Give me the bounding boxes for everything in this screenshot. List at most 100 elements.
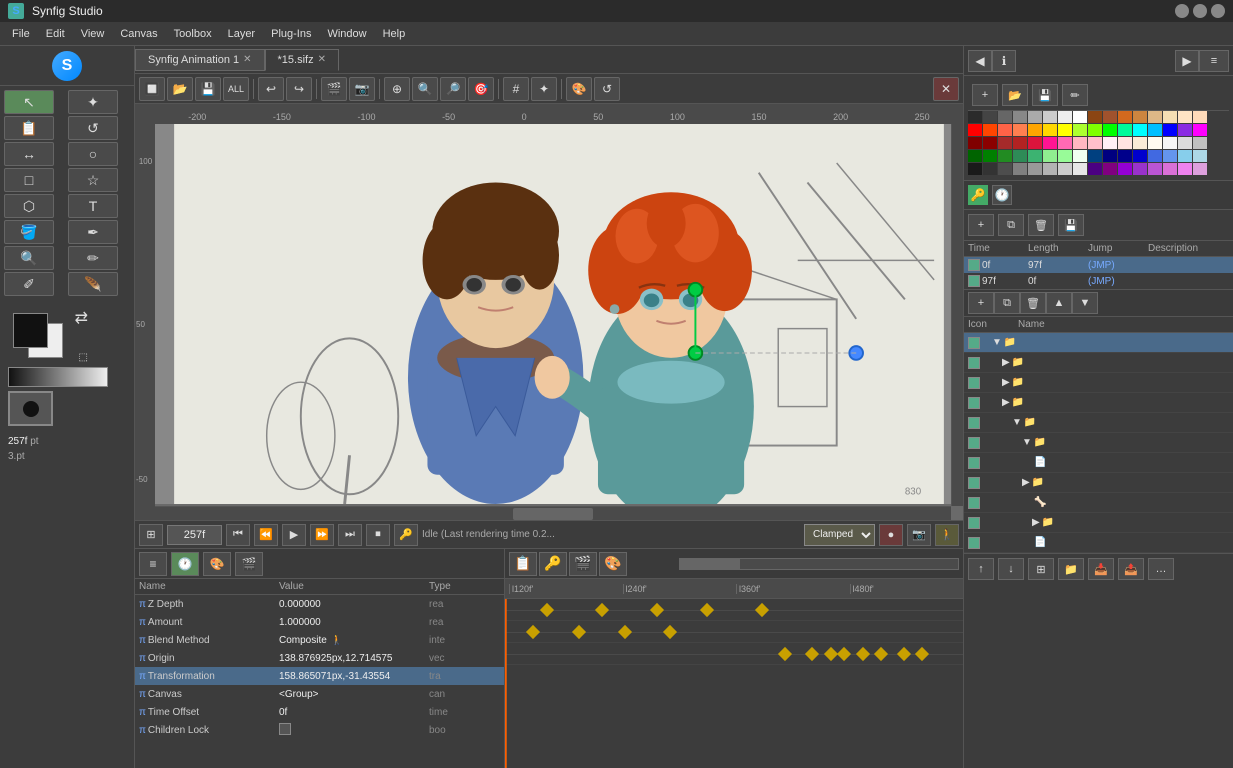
layer-check-10[interactable] <box>968 537 980 549</box>
tl-diamond-3-6[interactable] <box>874 647 888 661</box>
tl-diamond-2-3[interactable] <box>617 625 631 639</box>
palette-cell[interactable] <box>1058 163 1072 175</box>
zoom-out-btn[interactable]: 🔎 <box>440 77 466 101</box>
rotate-tool[interactable]: ↺ <box>68 116 118 140</box>
tab-animation1[interactable]: Synfig Animation 1 ✕ <box>135 49 265 71</box>
tl-tab-canvas[interactable]: 🎨 <box>599 552 627 576</box>
palette-cell[interactable] <box>1073 163 1087 175</box>
palette-cell[interactable] <box>983 111 997 123</box>
palette-cell[interactable] <box>968 124 982 136</box>
palette-cell[interactable] <box>1058 137 1072 149</box>
menu-item-toolbox[interactable]: Toolbox <box>166 26 220 42</box>
tab-close-animation1[interactable]: ✕ <box>243 54 251 65</box>
paint-btn[interactable]: 🎨 <box>566 77 592 101</box>
polygon-tool[interactable]: ⬡ <box>4 194 54 218</box>
layers-more-btn[interactable]: … <box>1148 558 1174 580</box>
palette-cell[interactable] <box>1163 124 1177 136</box>
grid-btn[interactable]: # <box>503 77 529 101</box>
palette-cell[interactable] <box>1193 163 1207 175</box>
nav-info-btn[interactable]: ℹ <box>992 50 1016 72</box>
props-tab-render[interactable]: 🎬 <box>235 552 263 576</box>
palette-cell[interactable] <box>998 124 1012 136</box>
palette-cell[interactable] <box>968 163 982 175</box>
palette-cell[interactable] <box>1118 111 1132 123</box>
palette-cell[interactable] <box>1118 150 1132 162</box>
waypoint-row-0[interactable]: 0f 97f (JMP) <box>964 257 1233 273</box>
undo-btn[interactable]: ↩ <box>258 77 284 101</box>
layers-import-btn[interactable]: 📥 <box>1088 558 1114 580</box>
frame-input[interactable] <box>167 525 222 545</box>
palette-cell[interactable] <box>1103 111 1117 123</box>
palette-cell[interactable] <box>1133 111 1147 123</box>
tl-hscroll[interactable] <box>679 558 959 570</box>
palette-cell[interactable] <box>1103 163 1117 175</box>
mirror-tool[interactable]: ↔ <box>4 142 54 166</box>
zoom-tool[interactable]: 🔍 <box>4 246 54 270</box>
layer-row-group9[interactable]: ▶ 📁 Group <box>964 513 1233 533</box>
menu-item-window[interactable]: Window <box>319 26 374 42</box>
tab-close-15sifz[interactable]: ✕ <box>318 54 326 65</box>
tl-diamond-2-2[interactable] <box>572 625 586 639</box>
edit-palette-btn[interactable]: ✏ <box>1062 84 1088 106</box>
record-btn[interactable]: ● <box>879 524 903 546</box>
palette-cell[interactable] <box>1058 111 1072 123</box>
palette-cell[interactable] <box>1103 124 1117 136</box>
render-queue-btn[interactable]: 📷 <box>907 524 931 546</box>
prop-canvas[interactable]: πCanvas <Group> can <box>135 685 504 703</box>
palette-cell[interactable] <box>998 137 1012 149</box>
palette-cell[interactable] <box>1013 137 1027 149</box>
next-key-btn[interactable]: ⏭ <box>338 524 362 546</box>
children-lock-checkbox[interactable] <box>279 723 291 735</box>
palette-cell[interactable] <box>1013 150 1027 162</box>
palette-cell[interactable] <box>1133 124 1147 136</box>
snap-btn[interactable]: ✦ <box>531 77 557 101</box>
wp-del-btn[interactable]: 🗑 <box>1028 214 1054 236</box>
props-tab-params[interactable]: ≡ <box>139 552 167 576</box>
tl-diamond-3-1[interactable] <box>778 647 792 661</box>
tl-diamond-3-8[interactable] <box>915 647 929 661</box>
layers-add-btn[interactable]: + <box>968 292 994 314</box>
minimize-btn[interactable] <box>1175 4 1189 18</box>
layers-down-btn[interactable]: ▼ <box>1072 292 1098 314</box>
layer-row-home[interactable]: ▶ 📁 [/home/zelgadis/ <box>964 393 1233 413</box>
palette-cell[interactable] <box>1118 137 1132 149</box>
palette-cell[interactable] <box>1043 124 1057 136</box>
palette-cell[interactable] <box>1133 150 1147 162</box>
palette-cell[interactable] <box>1028 124 1042 136</box>
palette-cell[interactable] <box>1148 137 1162 149</box>
layer-check-4[interactable] <box>968 417 980 429</box>
tl-diamond-3-3[interactable] <box>824 647 838 661</box>
menu-item-plug-ins[interactable]: Plug-Ins <box>263 26 319 42</box>
palette-cell[interactable] <box>1043 150 1057 162</box>
tl-tab-keyframes[interactable]: 🔑 <box>539 552 567 576</box>
new-btn[interactable]: 🔲 <box>139 77 165 101</box>
close-btn[interactable] <box>1211 4 1225 18</box>
play-fwd-btn[interactable]: ⏩ <box>310 524 334 546</box>
nav-next-btn[interactable]: ▶ <box>1175 50 1199 72</box>
prop-origin[interactable]: πOrigin 138.876925px,12.714575 vec <box>135 649 504 667</box>
draw-tool[interactable]: ✐ <box>4 272 54 296</box>
layer-row-group1[interactable]: ▶ 📁 Group <box>964 353 1233 373</box>
tl-diamond-1-1[interactable] <box>540 603 554 617</box>
palette-cell[interactable] <box>1163 137 1177 149</box>
layer-check-1[interactable] <box>968 357 980 369</box>
menu-item-canvas[interactable]: Canvas <box>112 26 165 42</box>
palette-cell[interactable] <box>1148 150 1162 162</box>
swap-colors-btn[interactable]: ⇄ <box>75 308 88 328</box>
wp-dup-btn[interactable]: ⧉ <box>998 214 1024 236</box>
prop-transformation[interactable]: πTransformation 158.865071px,-31.43554 t… <box>135 667 504 685</box>
save-as-btn[interactable]: ALL <box>223 77 249 101</box>
refresh-btn[interactable]: ↺ <box>594 77 620 101</box>
layer-row-group7[interactable]: ▶ 📁 Group <box>964 473 1233 493</box>
palette-cell[interactable] <box>1088 163 1102 175</box>
palette-cell[interactable] <box>1193 111 1207 123</box>
palette-cell[interactable] <box>1013 163 1027 175</box>
menu-item-edit[interactable]: Edit <box>38 26 73 42</box>
prop-blend[interactable]: πBlend Method Composite🚶 inte <box>135 631 504 649</box>
prev-key-btn[interactable]: ⏮ <box>226 524 250 546</box>
palette-cell[interactable] <box>1043 163 1057 175</box>
layers-dup-btn[interactable]: ⧉ <box>994 292 1020 314</box>
palette-cell[interactable] <box>983 163 997 175</box>
palette-cell[interactable] <box>1103 137 1117 149</box>
reset-colors-btn[interactable]: ⬚ <box>79 352 88 363</box>
